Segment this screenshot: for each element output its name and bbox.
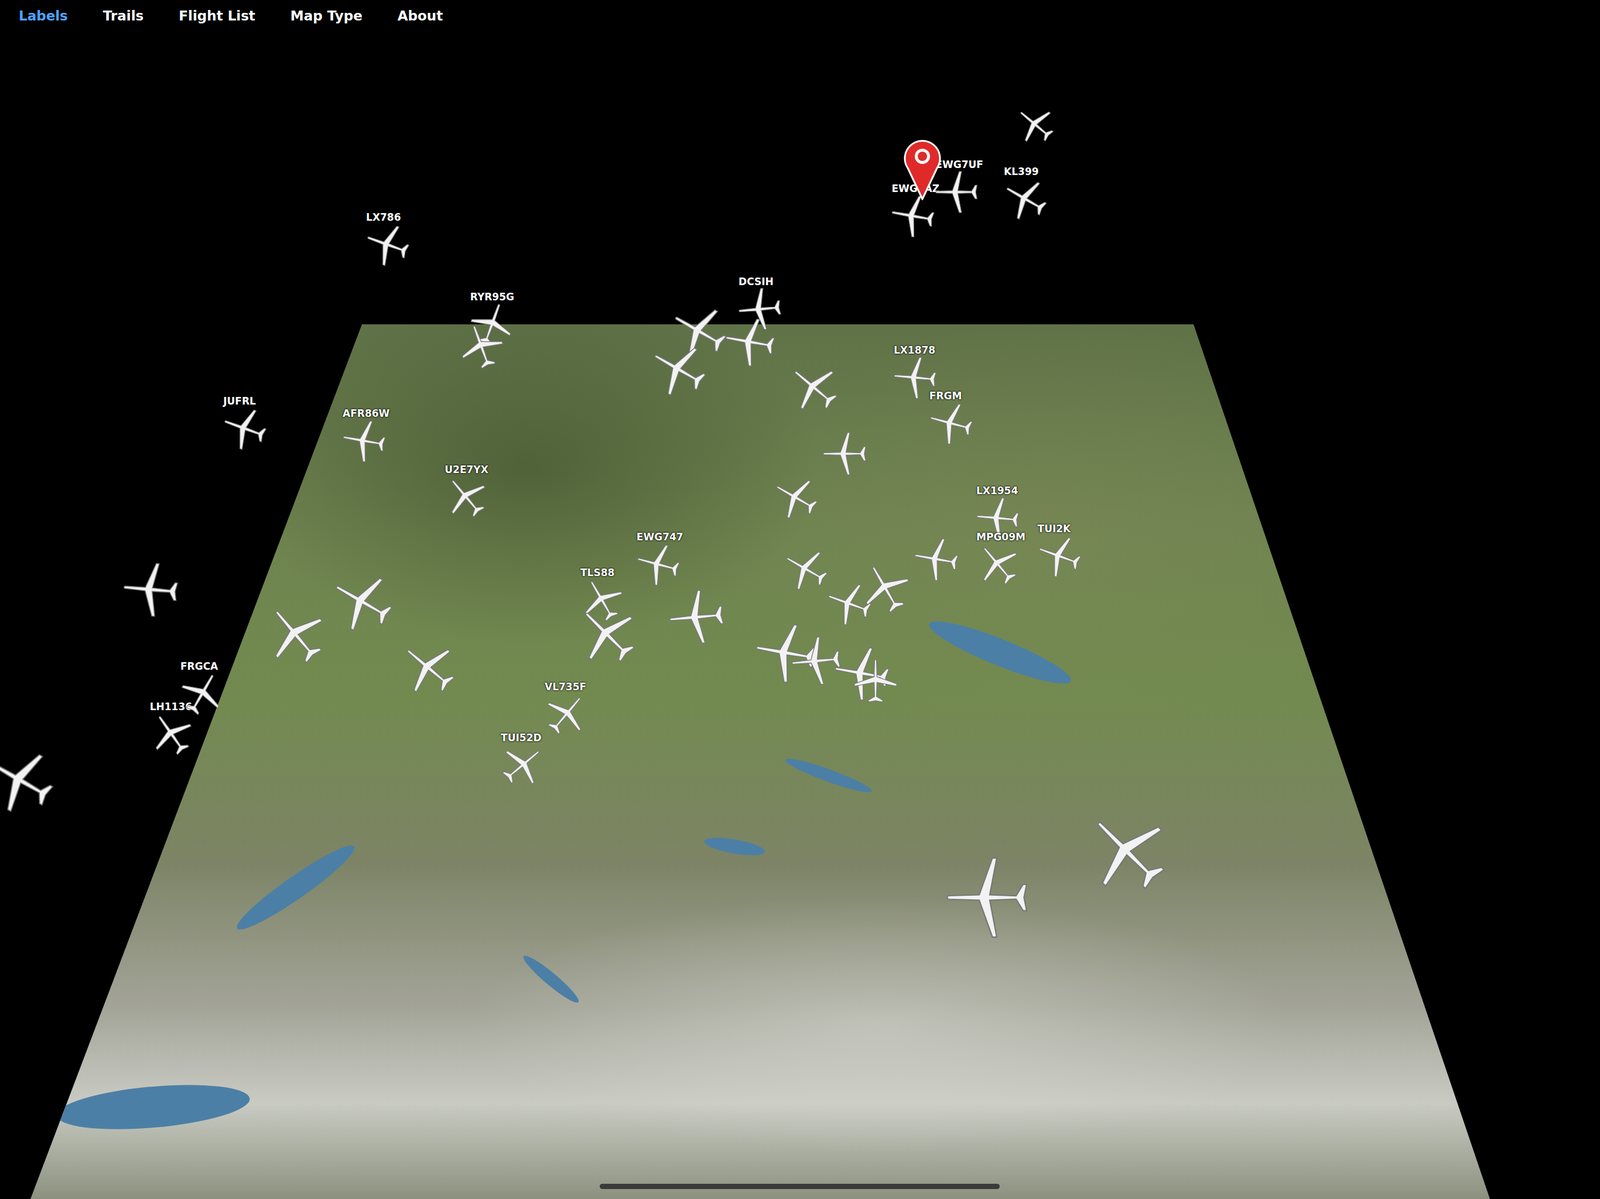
flight-label[interactable]: LX1954: [974, 484, 1020, 498]
terrain-map[interactable]: [0, 0, 1600, 1199]
lake: [54, 1078, 252, 1136]
airplane-icon[interactable]: [358, 215, 417, 275]
lake: [783, 754, 874, 798]
airplane-icon[interactable]: [944, 853, 1032, 942]
map-scene[interactable]: LX786EWG9AZEWG7UFKL399RYR95GDCSIHLX1878F…: [0, 0, 1600, 1199]
flight-label[interactable]: KL399: [1002, 165, 1041, 179]
menu-item[interactable]: About: [396, 5, 444, 26]
flight-label[interactable]: VL735F: [542, 680, 588, 694]
menu-item[interactable]: Map Type: [289, 5, 364, 26]
lake: [230, 837, 361, 938]
airplane-icon[interactable]: [0, 732, 69, 829]
menu-item[interactable]: Labels: [17, 5, 70, 26]
airplane-icon[interactable]: [787, 632, 846, 690]
airplane-icon[interactable]: [665, 585, 729, 649]
airplane-icon[interactable]: [852, 658, 899, 706]
airplane-icon[interactable]: [119, 558, 183, 622]
flight-label[interactable]: AFR86W: [340, 407, 392, 420]
airplane-icon[interactable]: [821, 430, 869, 478]
airplane-icon[interactable]: [886, 189, 940, 243]
flight-label[interactable]: RYR95G: [468, 290, 516, 304]
flight-label[interactable]: DCSIH: [736, 275, 776, 289]
lake: [519, 951, 583, 1007]
menu-item[interactable]: Trails: [101, 5, 145, 26]
airplane-icon[interactable]: [215, 399, 275, 458]
flight-label[interactable]: FRGM: [927, 389, 964, 403]
flight-label[interactable]: MPG09M: [974, 530, 1028, 544]
airplane-icon[interactable]: [337, 414, 391, 468]
airplane-icon[interactable]: [719, 311, 781, 373]
flight-label[interactable]: TUI52D: [498, 731, 544, 745]
menu-item[interactable]: Flight List: [177, 5, 257, 26]
flight-label[interactable]: LX1878: [891, 343, 938, 357]
flight-label[interactable]: EWG747: [634, 530, 686, 544]
airplane-icon[interactable]: [1006, 95, 1065, 154]
flight-label[interactable]: EWG7UF: [933, 158, 986, 172]
airplane-icon[interactable]: [909, 531, 964, 587]
flight-label[interactable]: TUI2K: [1036, 522, 1073, 536]
lake: [924, 612, 1076, 694]
flight-label[interactable]: LX786: [364, 210, 403, 224]
flight-label[interactable]: TLS88: [578, 566, 617, 580]
airplane-icon[interactable]: [828, 639, 897, 708]
flight-label[interactable]: FRGCA: [178, 660, 220, 673]
lake: [703, 834, 767, 860]
airplane-icon[interactable]: [934, 169, 980, 215]
menu-bar: Labels Trails Flight List Map Type About: [0, 0, 1600, 32]
airplane-icon[interactable]: [735, 284, 786, 335]
flight-label[interactable]: U2E7YX: [442, 463, 491, 477]
location-pin-icon[interactable]: [901, 135, 943, 201]
home-indicator[interactable]: [599, 1184, 1000, 1190]
airplane-icon[interactable]: [748, 615, 823, 690]
flight-label[interactable]: JUFRL: [221, 394, 258, 408]
